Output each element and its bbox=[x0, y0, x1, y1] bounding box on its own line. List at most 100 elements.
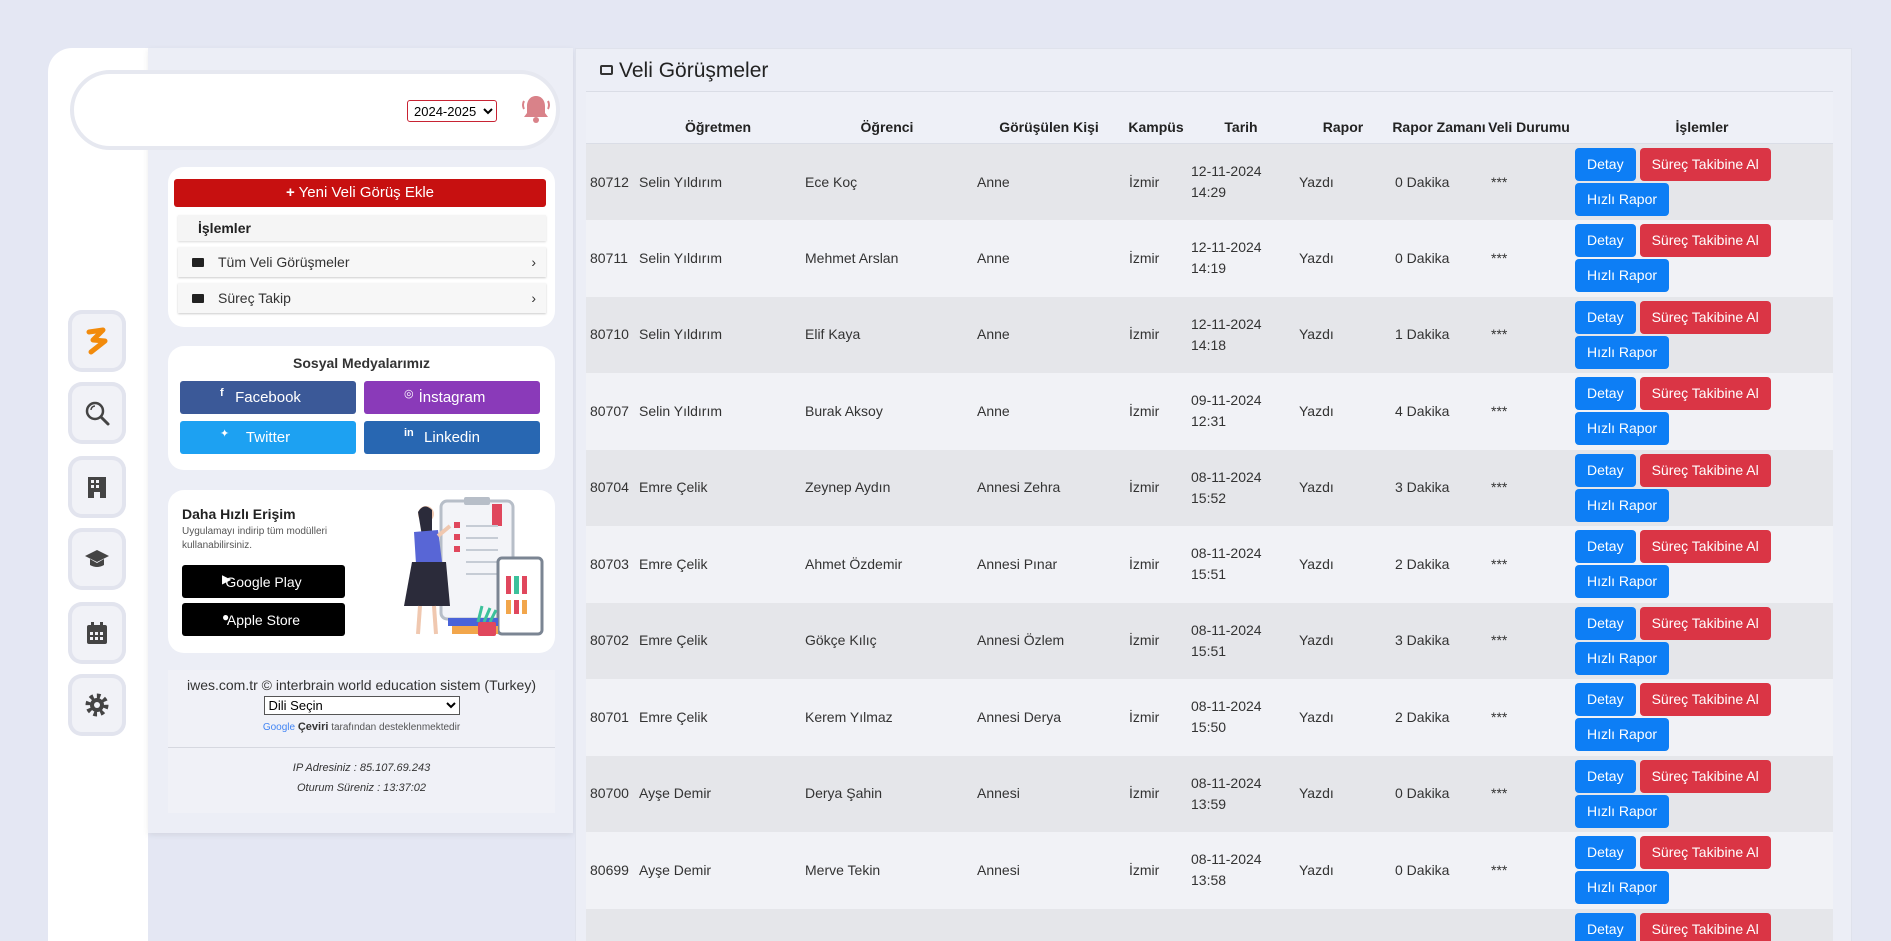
quick-report-button[interactable]: Hızlı Rapor bbox=[1575, 641, 1670, 675]
calendar-icon[interactable] bbox=[68, 602, 126, 664]
envelope-icon bbox=[192, 294, 204, 303]
menu-item-all-meetings[interactable]: Tüm Veli Görüşmeler › bbox=[178, 247, 546, 277]
header-report-time[interactable]: Rapor Zamanı bbox=[1391, 91, 1487, 144]
menu-item-process-tracking[interactable]: Süreç Takip › bbox=[178, 283, 546, 313]
cell-campus: İzmir bbox=[1129, 402, 1160, 419]
icon-rail bbox=[48, 48, 148, 941]
quick-report-button[interactable]: Hızlı Rapor bbox=[1575, 565, 1670, 599]
cell-person: Annesi bbox=[977, 861, 1020, 878]
facebook-button[interactable]: f Facebook bbox=[180, 381, 356, 414]
quick-report-button[interactable]: Hızlı Rapor bbox=[1575, 871, 1670, 905]
follow-process-button[interactable]: Süreç Takibine Al bbox=[1639, 148, 1771, 181]
quick-report-button[interactable]: Hızlı Rapor bbox=[1575, 259, 1670, 293]
header-date[interactable]: Tarih bbox=[1187, 91, 1295, 144]
cell-date: 08-11-2024 15:50 bbox=[1191, 698, 1262, 736]
cell-id: 80700 bbox=[590, 785, 629, 802]
detail-button[interactable]: Detay bbox=[1575, 224, 1636, 258]
translate-link[interactable]: Çeviri bbox=[298, 721, 329, 733]
cell-campus: İzmir bbox=[1129, 861, 1160, 878]
cell-report-time: 0 Dakika bbox=[1395, 861, 1450, 878]
detail-button[interactable]: Detay bbox=[1575, 148, 1636, 181]
footer-area: iwes.com.tr © interbrain world education… bbox=[168, 670, 555, 813]
header-campus[interactable]: Kampüs bbox=[1125, 91, 1187, 144]
school-year-select[interactable]: 2024-2025 bbox=[407, 100, 497, 122]
detail-button[interactable]: Detay bbox=[1575, 300, 1636, 334]
cell-parent-status: *** bbox=[1491, 555, 1508, 572]
detail-button[interactable]: Detay bbox=[1575, 683, 1636, 717]
quick-report-button[interactable]: Hızlı Rapor bbox=[1575, 794, 1670, 828]
cell-date: 12-11-2024 14:18 bbox=[1191, 315, 1262, 353]
language-select[interactable]: Dili Seçin bbox=[263, 696, 460, 715]
actions-card: + Yeni Veli Görüş Ekle İşlemler Tüm Veli… bbox=[168, 167, 555, 327]
add-parent-meeting-button[interactable]: + Yeni Veli Görüş Ekle bbox=[174, 179, 546, 207]
cell-operations: Detay Süreç Takibine Al Hızlı Rapor bbox=[1571, 909, 1833, 941]
detail-button[interactable]: Detay bbox=[1575, 759, 1636, 793]
linkedin-button[interactable]: in Linkedin bbox=[364, 421, 540, 454]
graduation-cap-icon[interactable] bbox=[68, 528, 126, 590]
cell-person: Anne bbox=[977, 402, 1010, 419]
quick-report-button[interactable]: Hızlı Rapor bbox=[1575, 335, 1670, 369]
apple-store-button[interactable]: ● Apple Store bbox=[182, 603, 345, 636]
checklist-illustration bbox=[404, 497, 544, 636]
cell-campus: İzmir bbox=[1129, 555, 1160, 572]
search-icon[interactable] bbox=[68, 382, 126, 444]
cell-date: 08-11-2024 15:51 bbox=[1191, 621, 1262, 659]
cell-student: Zeynep Aydın bbox=[805, 479, 891, 496]
detail-button[interactable]: Detay bbox=[1575, 377, 1636, 411]
follow-process-button[interactable]: Süreç Takibine Al bbox=[1639, 300, 1771, 334]
logo-icon[interactable] bbox=[68, 310, 126, 372]
google-play-button[interactable]: ▶ Google Play bbox=[182, 565, 345, 598]
header-parent-status[interactable]: Veli Durumu bbox=[1487, 91, 1571, 144]
detail-button[interactable]: Detay bbox=[1575, 453, 1636, 487]
follow-process-button[interactable]: Süreç Takibine Al bbox=[1639, 606, 1771, 640]
header-operations: İşlemler bbox=[1571, 91, 1833, 144]
quick-report-button[interactable]: Hızlı Rapor bbox=[1575, 183, 1670, 216]
table-row: 80711 Selin Yıldırım Mehmet Arslan Anne İzmi… bbox=[586, 220, 1833, 297]
bell-icon[interactable] bbox=[519, 92, 553, 126]
header-student[interactable]: Öğrenci bbox=[801, 91, 973, 144]
header-teacher[interactable]: Öğretmen bbox=[635, 91, 801, 144]
detail-button[interactable]: Detay bbox=[1575, 912, 1636, 941]
cell-report-time: 0 Dakika bbox=[1395, 785, 1450, 802]
detail-button[interactable]: Detay bbox=[1575, 606, 1636, 640]
detail-button[interactable]: Detay bbox=[1575, 836, 1636, 870]
quick-report-button[interactable]: Hızlı Rapor bbox=[1575, 488, 1670, 522]
cell-operations: Detay Süreç Takibine Al Hızlı Rapor bbox=[1571, 832, 1833, 909]
cell-id: 80702 bbox=[590, 632, 629, 649]
follow-process-button[interactable]: Süreç Takibine Al bbox=[1639, 530, 1771, 564]
apple-icon: ● bbox=[222, 610, 230, 624]
detail-button[interactable]: Detay bbox=[1575, 530, 1636, 564]
header-report[interactable]: Rapor bbox=[1295, 91, 1391, 144]
follow-process-button[interactable]: Süreç Takibine Al bbox=[1639, 836, 1771, 870]
cell-operations: Detay Süreç Takibine Al Hızlı Rapor bbox=[1571, 526, 1833, 603]
table-row: 08-11-2024 Detay Süreç Takibine Al Hızlı… bbox=[586, 908, 1833, 941]
cell-report: Yazdı bbox=[1299, 785, 1334, 802]
cell-student: Merve Tekin bbox=[805, 861, 881, 878]
gear-icon[interactable] bbox=[68, 674, 126, 736]
follow-process-button[interactable]: Süreç Takibine Al bbox=[1639, 759, 1771, 793]
header-person[interactable]: Görüşülen Kişi bbox=[973, 91, 1125, 144]
follow-process-button[interactable]: Süreç Takibine Al bbox=[1639, 912, 1771, 941]
follow-process-button[interactable]: Süreç Takibine Al bbox=[1639, 453, 1771, 487]
follow-process-button[interactable]: Süreç Takibine Al bbox=[1639, 377, 1771, 411]
cell-person: Annesi Derya bbox=[977, 708, 1062, 725]
cell-report-time: 0 Dakika bbox=[1395, 173, 1450, 190]
twitter-button[interactable]: ✦ Twitter bbox=[180, 421, 356, 454]
header-id bbox=[586, 91, 635, 144]
follow-process-button[interactable]: Süreç Takibine Al bbox=[1639, 683, 1771, 717]
quick-report-button[interactable]: Hızlı Rapor bbox=[1575, 718, 1670, 752]
cell-operations: Detay Süreç Takibine Al Hızlı Rapor bbox=[1571, 373, 1833, 450]
meetings-table: Öğretmen Öğrenci Görüşülen Kişi Kampüs T… bbox=[586, 91, 1833, 941]
quick-report-button[interactable]: Hızlı Rapor bbox=[1575, 412, 1670, 446]
building-icon[interactable] bbox=[68, 456, 126, 518]
cell-parent-status: *** bbox=[1491, 785, 1508, 802]
instagram-button[interactable]: ◎ İnstagram bbox=[364, 381, 540, 414]
translate-note: Google Çeviri tarafından desteklenmekted… bbox=[262, 721, 461, 733]
table-row: 80703 Emre Çelik Ahmet Özdemir Annesi Pınar… bbox=[586, 526, 1833, 603]
cell-id: 80711 bbox=[590, 249, 628, 266]
table-row: 80707 Selin Yıldırım Burak Aksoy Anne İzmir 0… bbox=[586, 373, 1833, 450]
linkedin-icon: in bbox=[404, 427, 414, 439]
app-download-card: Daha Hızlı Erişim Uygulamayı indirip tüm… bbox=[168, 490, 555, 653]
cell-parent-status: *** bbox=[1491, 173, 1508, 190]
follow-process-button[interactable]: Süreç Takibine Al bbox=[1639, 224, 1771, 258]
